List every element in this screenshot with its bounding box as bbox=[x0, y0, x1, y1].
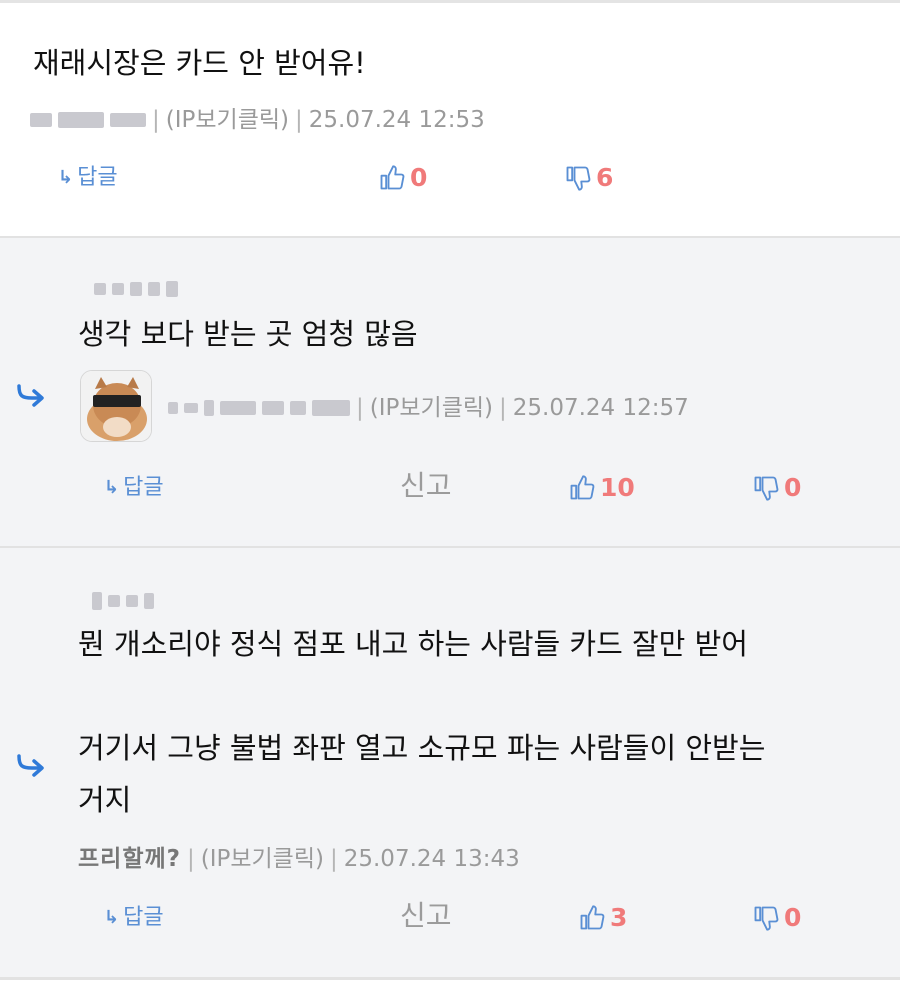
avatar-image bbox=[81, 371, 151, 441]
dislike-button[interactable]: 0 bbox=[752, 473, 801, 503]
reply-label: 답글 bbox=[77, 165, 118, 190]
thumbs-up-icon bbox=[570, 475, 595, 500]
reply-indicator-icon bbox=[17, 384, 44, 407]
like-button[interactable]: 3 bbox=[578, 903, 627, 933]
reply-button[interactable]: ↳ 답글 bbox=[58, 163, 118, 193]
like-count: 10 bbox=[600, 473, 635, 502]
like-count: 3 bbox=[610, 903, 628, 932]
comment-meta: | (IP보기클릭) | 25.07.24 12:57 bbox=[168, 393, 689, 423]
thumbs-down-icon bbox=[566, 166, 591, 191]
ip-view-link[interactable]: (IP보기클릭) bbox=[201, 844, 324, 874]
dislike-count: 0 bbox=[784, 903, 802, 932]
comment-date: 25.07.24 12:57 bbox=[512, 395, 689, 421]
thumbs-up-icon bbox=[380, 165, 405, 190]
comment-meta: 프리할께? | (IP보기클릭) | 25.07.24 13:43 bbox=[78, 844, 520, 874]
dislike-count: 0 bbox=[784, 473, 802, 502]
comment-text-line: 뭔 개소리야 정식 점포 내고 하는 사람들 카드 잘만 받어 bbox=[78, 627, 748, 661]
reply-target-blurred bbox=[92, 586, 154, 616]
author-name-blurred bbox=[30, 105, 146, 135]
dislike-button[interactable]: 0 bbox=[752, 903, 801, 933]
reply-button[interactable]: ↳ 답글 bbox=[104, 473, 164, 503]
ip-view-link[interactable]: (IP보기클릭) bbox=[166, 105, 289, 135]
author-name-blurred bbox=[168, 393, 350, 423]
author-name[interactable]: 프리할께? bbox=[78, 844, 181, 874]
reply-label: 답글 bbox=[123, 905, 164, 930]
report-button[interactable]: 신고 bbox=[400, 901, 452, 931]
comment-date: 25.07.24 12:53 bbox=[308, 107, 485, 133]
reply-comment-item: 생각 보다 받는 곳 엄청 많음 | (IP보기클릭) | 25.07.24 1… bbox=[0, 238, 900, 548]
avatar[interactable] bbox=[80, 370, 152, 442]
reply-target-blurred bbox=[94, 274, 178, 304]
reply-arrow-icon: ↳ bbox=[58, 167, 74, 188]
like-button[interactable]: 10 bbox=[568, 473, 635, 503]
comment-date: 25.07.24 13:43 bbox=[343, 846, 520, 872]
comment-text: 생각 보다 받는 곳 엄청 많음 bbox=[78, 317, 418, 351]
reply-comment-item: 뭔 개소리야 정식 점포 내고 하는 사람들 카드 잘만 받어 거기서 그냥 불… bbox=[0, 548, 900, 980]
like-button[interactable]: 0 bbox=[378, 163, 427, 193]
ip-view-link[interactable]: (IP보기클릭) bbox=[370, 393, 493, 423]
comment-item: 재래시장은 카드 안 받어유! | (IP보기클릭) | 25.07.24 12… bbox=[0, 3, 900, 238]
report-button[interactable]: 신고 bbox=[400, 471, 452, 501]
reply-arrow-icon: ↳ bbox=[104, 907, 120, 928]
dislike-button[interactable]: 6 bbox=[564, 163, 613, 193]
thumbs-down-icon bbox=[754, 476, 779, 501]
comment-text-line: 거지 bbox=[78, 783, 132, 817]
comment-text-line: 거기서 그냥 불법 좌판 열고 소규모 파는 사람들이 안받는 bbox=[78, 731, 766, 765]
thumbs-up-icon bbox=[580, 905, 605, 930]
like-count: 0 bbox=[410, 163, 428, 192]
reply-button[interactable]: ↳ 답글 bbox=[104, 903, 164, 933]
reply-arrow-icon: ↳ bbox=[104, 477, 120, 498]
reply-indicator-icon bbox=[17, 754, 44, 777]
thumbs-down-icon bbox=[754, 906, 779, 931]
reply-label: 답글 bbox=[123, 475, 164, 500]
dislike-count: 6 bbox=[596, 163, 614, 192]
comment-text: 재래시장은 카드 안 받어유! bbox=[33, 46, 366, 80]
comment-meta: | (IP보기클릭) | 25.07.24 12:53 bbox=[30, 105, 485, 135]
